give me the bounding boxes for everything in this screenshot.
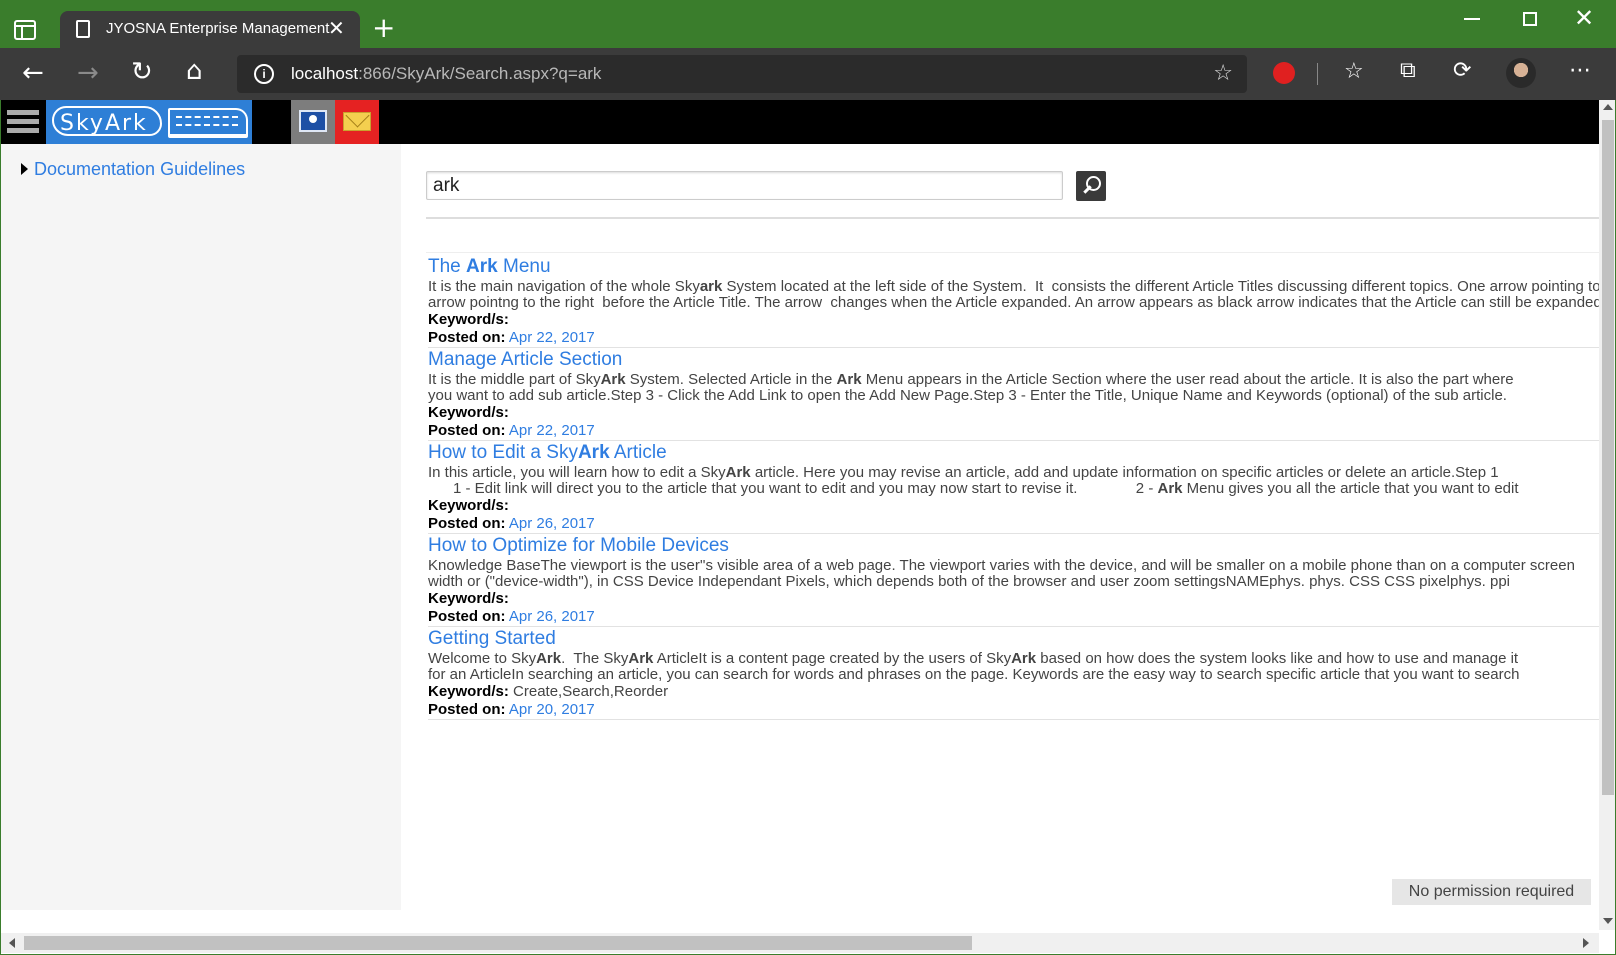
scroll-left-icon[interactable]: [9, 938, 15, 948]
result-posted: Posted on: Apr 26, 2017: [428, 608, 595, 625]
result-date[interactable]: Apr 26, 2017: [509, 515, 595, 532]
browser-toolbar: ← → ↻ ⌂ i localhost:866/SkyArk/Search.as…: [0, 48, 1616, 100]
collections-icon[interactable]: ⧉: [1400, 60, 1416, 82]
vertical-scrollbar[interactable]: [1599, 100, 1615, 930]
result-snippet: Knowledge BaseThe viewport is the user''…: [428, 558, 1575, 590]
search-input[interactable]: [426, 171, 1063, 200]
result-keywords: Keyword/s: Create,Search,Reorder: [428, 683, 669, 700]
result-posted: Posted on: Apr 20, 2017: [428, 701, 595, 718]
horizontal-scrollbar[interactable]: [1, 933, 1599, 953]
profile-card-icon[interactable]: [291, 100, 335, 144]
scroll-up-icon[interactable]: [1603, 104, 1613, 110]
new-tab-button[interactable]: +: [372, 14, 395, 42]
result-keywords: Keyword/s:: [428, 404, 509, 421]
result-title-link[interactable]: Getting Started: [428, 627, 1599, 651]
result-keywords: Keyword/s:: [428, 590, 509, 607]
scroll-thumb[interactable]: [24, 936, 972, 950]
sidebar: Documentation Guidelines: [1, 144, 401, 910]
extensions-icon[interactable]: ⟳: [1453, 60, 1471, 82]
page-viewport: SkyArk Documentation Guidelines The Ark …: [0, 100, 1616, 955]
scroll-thumb[interactable]: [1602, 120, 1614, 795]
result-title-link[interactable]: How to Edit a SkyArk Article: [428, 441, 1599, 465]
menu-icon[interactable]: [7, 110, 39, 136]
tab-close-icon[interactable]: ✕: [328, 16, 345, 40]
logo-ship-shape: [168, 108, 248, 138]
maximize-button[interactable]: [1523, 12, 1537, 26]
app-logo[interactable]: SkyArk: [46, 100, 252, 144]
result-snippet: In this article, you will learn how to e…: [428, 465, 1519, 497]
info-icon[interactable]: i: [254, 64, 274, 84]
main-content: The Ark Menu It is the main navigation o…: [401, 144, 1599, 910]
expand-arrow-icon[interactable]: [21, 163, 28, 175]
forward-button[interactable]: →: [77, 60, 99, 86]
scroll-down-icon[interactable]: [1603, 918, 1613, 924]
search-icon[interactable]: [1076, 171, 1106, 201]
result-keywords: Keyword/s:: [428, 497, 509, 514]
result-posted: Posted on: Apr 22, 2017: [428, 422, 595, 439]
url-text[interactable]: localhost:866/SkyArk/Search.aspx?q=ark: [291, 64, 601, 84]
result-title-link[interactable]: Manage Article Section: [428, 348, 1599, 372]
scroll-right-icon[interactable]: [1583, 938, 1589, 948]
tab-title: JYOSNA Enterprise Management: [106, 20, 330, 37]
result-posted: Posted on: Apr 22, 2017: [428, 329, 595, 346]
address-bar[interactable]: i localhost:866/SkyArk/Search.aspx?q=ark…: [237, 55, 1247, 93]
status-badge: No permission required: [1392, 879, 1591, 905]
result-snippet: It is the middle part of SkyArk System. …: [428, 372, 1514, 404]
result-item: How to Edit a SkyArk Article In this art…: [428, 441, 1599, 534]
result-snippet: Welcome to SkyArk. The SkyArk ArticleIt …: [428, 651, 1520, 683]
home-button[interactable]: ⌂: [186, 58, 203, 84]
result-date[interactable]: Apr 20, 2017: [509, 701, 595, 718]
adblock-icon[interactable]: [1273, 62, 1295, 84]
app-topbar: SkyArk: [1, 100, 1599, 144]
reload-button[interactable]: ↻: [131, 59, 153, 85]
favorites-icon[interactable]: ☆: [1344, 61, 1364, 83]
sidebar-item-label[interactable]: Documentation Guidelines: [34, 159, 245, 180]
document-icon: [76, 20, 90, 38]
result-item: The Ark Menu It is the main navigation o…: [428, 255, 1599, 348]
tab-strip: JYOSNA Enterprise Management ✕ + ✕: [0, 0, 1616, 48]
result-date[interactable]: Apr 22, 2017: [509, 329, 595, 346]
result-item: Getting Started Welcome to SkyArk. The S…: [428, 627, 1599, 720]
divider: [426, 252, 1599, 253]
search-results: The Ark Menu It is the main navigation o…: [428, 255, 1599, 720]
close-window-button[interactable]: ✕: [1574, 4, 1594, 32]
result-snippet: It is the main navigation of the whole S…: [428, 279, 1599, 311]
star-add-icon[interactable]: ☆: [1213, 61, 1233, 86]
result-date[interactable]: Apr 22, 2017: [509, 422, 595, 439]
profile-avatar[interactable]: [1506, 58, 1536, 88]
mail-icon[interactable]: [335, 100, 379, 144]
result-title-link[interactable]: How to Optimize for Mobile Devices: [428, 534, 1599, 558]
back-button[interactable]: ←: [22, 60, 44, 86]
result-date[interactable]: Apr 26, 2017: [509, 608, 595, 625]
toolbar-separator: [1317, 63, 1318, 85]
result-item: How to Optimize for Mobile Devices Knowl…: [428, 534, 1599, 627]
divider: [426, 217, 1599, 219]
tab-active[interactable]: JYOSNA Enterprise Management ✕: [60, 11, 360, 48]
result-title-link[interactable]: The Ark Menu: [428, 255, 1599, 279]
result-posted: Posted on: Apr 26, 2017: [428, 515, 595, 532]
more-menu-icon[interactable]: ⋯: [1569, 60, 1591, 82]
result-keywords: Keyword/s:: [428, 311, 509, 328]
browser-window: JYOSNA Enterprise Management ✕ + ✕ ← → ↻…: [0, 0, 1616, 955]
tab-actions-icon[interactable]: [14, 20, 36, 40]
logo-text: SkyArk: [60, 111, 148, 136]
result-item: Manage Article Section It is the middle …: [428, 348, 1599, 441]
minimize-button[interactable]: [1464, 18, 1480, 20]
